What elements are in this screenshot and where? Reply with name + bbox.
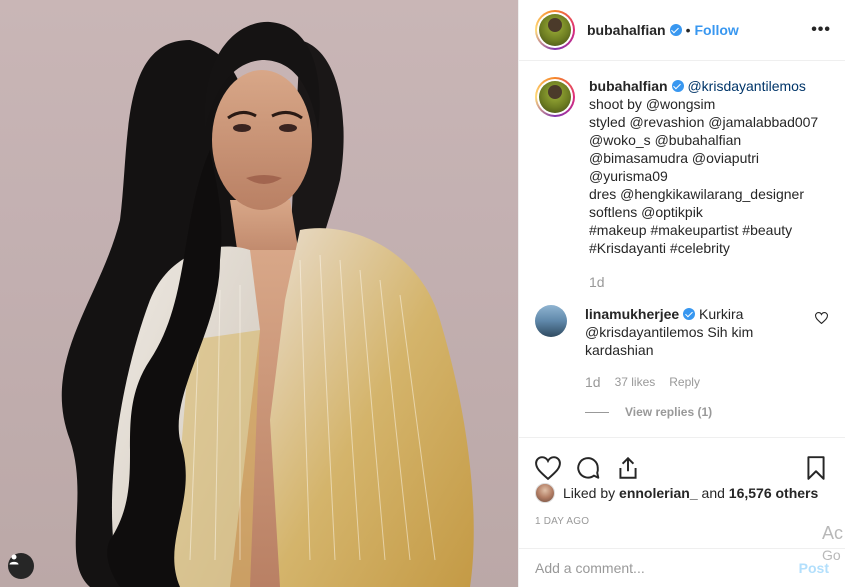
portrait-illustration — [61, 21, 474, 587]
more-icon[interactable]: ••• — [811, 21, 831, 39]
verified-badge-icon — [669, 24, 682, 36]
comment-line: Kurkira — [699, 306, 744, 322]
separator-dot: • — [685, 22, 691, 38]
liker-avatar[interactable] — [535, 483, 555, 503]
view-replies-label: View replies (1) — [625, 405, 713, 419]
user-tag-icon[interactable] — [8, 553, 34, 579]
caption-text: bubahalfian @krisdayantilemos shoot by @… — [589, 77, 818, 291]
likes-count[interactable]: 16,576 others — [729, 485, 819, 501]
commenter-avatar[interactable] — [535, 305, 567, 337]
view-replies-button[interactable]: View replies (1) — [585, 405, 829, 419]
comment-text: linamukherjee Kurkira @krisdayantilemos … — [585, 305, 805, 391]
comment-meta: 1d 37 likes Reply — [585, 373, 805, 391]
caption-line: #Krisdayanti #celebrity — [589, 240, 730, 256]
comments-section[interactable]: bubahalfian @krisdayantilemos shoot by @… — [519, 61, 845, 437]
avatar[interactable] — [535, 10, 575, 50]
caption-line: #makeup #makeupartist #beauty — [589, 222, 793, 238]
comment-icon[interactable] — [575, 455, 601, 481]
verified-badge-icon — [683, 308, 696, 320]
post-header: bubahalfian • Follow ••• — [519, 0, 845, 61]
comment-line: @krisdayantilemos Sih kim — [585, 324, 754, 340]
likes-summary: Liked by ennolerian_ and 16,576 others — [535, 483, 829, 503]
header-username[interactable]: bubahalfian — [587, 22, 666, 38]
bookmark-icon[interactable] — [803, 455, 829, 481]
os-watermark: Ac Go — [822, 522, 843, 566]
watermark-line: Go — [821, 547, 841, 563]
share-icon[interactable] — [615, 455, 641, 481]
reply-button[interactable]: Reply — [669, 373, 700, 391]
heart-icon[interactable] — [535, 455, 561, 481]
likes-and: and — [701, 485, 725, 501]
caption-line: dres @hengkikawilarang_designer — [589, 186, 805, 202]
action-bar — [519, 437, 845, 487]
caption-avatar[interactable] — [535, 77, 575, 117]
caption-line: shoot by @wongsim — [589, 96, 716, 112]
caption: bubahalfian @krisdayantilemos shoot by @… — [535, 77, 829, 291]
caption-time[interactable]: 1d — [589, 273, 818, 291]
caption-line[interactable]: @krisdayantilemos — [687, 78, 805, 94]
comment-input[interactable] — [535, 560, 799, 576]
comment-time[interactable]: 1d — [585, 373, 601, 391]
post-date[interactable]: 1 DAY AGO — [535, 516, 589, 527]
caption-username[interactable]: bubahalfian — [589, 78, 668, 94]
liker-username[interactable]: ennolerian_ — [619, 485, 698, 501]
caption-line: softlens @optikpik — [589, 204, 703, 220]
verified-badge-icon — [671, 80, 684, 92]
watermark-line: Ac — [821, 523, 843, 543]
likes-prefix: Liked by — [563, 485, 616, 501]
divider — [585, 411, 609, 413]
comment-item: linamukherjee Kurkira @krisdayantilemos … — [535, 305, 829, 391]
comment-likes[interactable]: 37 likes — [615, 373, 656, 391]
post-side-panel: bubahalfian • Follow ••• bubahalfian @kr… — [518, 0, 845, 587]
caption-line: @yurisma09 — [589, 168, 668, 184]
post-photo[interactable] — [0, 0, 518, 587]
caption-line: @bimasamudra @oviaputri — [589, 150, 760, 166]
heart-icon[interactable] — [814, 311, 829, 391]
caption-line: @woko_s @bubahalfian — [589, 132, 742, 148]
comment-line: kardashian — [585, 342, 654, 358]
commenter-username[interactable]: linamukherjee — [585, 306, 679, 322]
add-comment-bar: Post — [519, 548, 845, 587]
caption-line: styled @revashion @jamalabbad007 — [589, 114, 819, 130]
follow-button[interactable]: Follow — [694, 22, 738, 38]
